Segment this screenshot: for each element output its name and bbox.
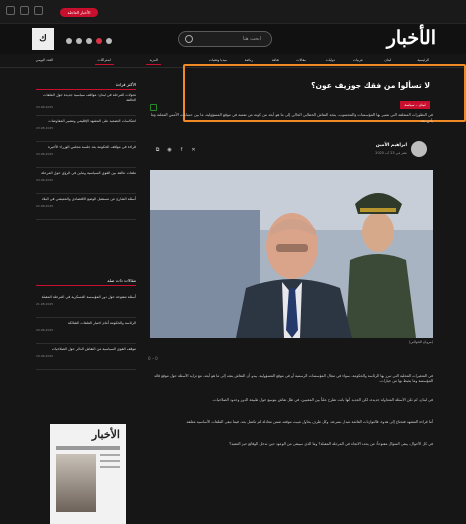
settings-icon[interactable] (34, 6, 43, 15)
site-logo-mark[interactable]: ﻙ (32, 28, 54, 50)
section-tag[interactable]: لبنان – سياسة (400, 101, 430, 109)
author-row: ابراهيم الأمين نشر في 23 آب 2025 ⧉ ◉ f ✕ (150, 139, 433, 161)
list-item-title[interactable]: أسئلة الشارع عن مستقبل الوضع الاقتصادي و… (36, 197, 136, 202)
list-item-date: 20.08.2025 (36, 328, 54, 332)
instagram-icon[interactable] (66, 38, 72, 44)
paper-brand: الأخبار (91, 428, 120, 441)
list-item-date: 23.08.2025 (36, 105, 54, 109)
list-item[interactable]: انعكاسات التصعيد على المشهد الإقليمي ومص… (36, 116, 136, 142)
list-item[interactable]: الرئاسة والحكومة أمام اختبار الملفات الش… (36, 318, 136, 344)
paper-photo (56, 454, 96, 512)
publish-date: نشر في 23 آب 2025 (375, 151, 407, 155)
article-paragraph: في كل الأحوال، يبقى السؤال مفتوحاً: من ي… (229, 442, 433, 446)
telegram-icon[interactable] (106, 38, 112, 44)
article-paragraph: في لبنان، لم تكن الأسئلة المتداولة جديدة… (212, 398, 433, 402)
paper-text-line (100, 466, 120, 468)
search-input[interactable]: ابحث هنا (178, 31, 272, 47)
list-item-date: 19.08.2025 (36, 354, 54, 358)
list-item[interactable]: أسئلة مفتوحة حول دور المؤسسة العسكرية في… (36, 292, 136, 318)
list-item-date: 22.08.2025 (36, 204, 54, 208)
article-lead: في التطورات المتعلقة التي تسير بها المؤس… (150, 112, 433, 123)
list-item-title[interactable]: انعكاسات التصعيد على المشهد الإقليمي ومص… (36, 119, 136, 124)
facebook-icon[interactable] (86, 38, 92, 44)
list-item-date: 23.08.2025 (36, 126, 54, 130)
list-item-title[interactable]: أسئلة مفتوحة حول دور المؤسسة العسكرية في… (36, 295, 136, 300)
copy-link-icon[interactable]: ⧉ (154, 147, 161, 154)
search-icon (185, 35, 193, 43)
paper-text-line (100, 460, 120, 462)
list-item-title[interactable]: الرئاسة والحكومة أمام اختبار الملفات الش… (36, 321, 136, 326)
list-item-date: 23.08.2025 (36, 178, 54, 182)
photo-caption: (مروان الحولاني) (408, 340, 433, 344)
youtube-icon[interactable] (96, 38, 102, 44)
facebook-icon[interactable] (6, 6, 15, 15)
list-item-title[interactable]: موقف القوى السياسية من النقاش الدائر حول… (36, 347, 136, 352)
article-paragraph: في المتغيرات المحلية التي تبرز بها الرئا… (154, 374, 433, 384)
sidebar-heading: مقالات ذات صلة (36, 276, 136, 286)
x-icon[interactable]: ✕ (190, 147, 197, 154)
list-item-date: 23.08.2025 (36, 152, 54, 156)
whatsapp-icon[interactable]: ◉ (166, 147, 173, 154)
avatar[interactable] (411, 141, 427, 157)
comment-counter[interactable]: 0 – 0 (148, 356, 174, 365)
list-item[interactable]: تحولات المرحلة في لبنان: مواقف سياسية جد… (36, 90, 136, 116)
list-item-date: 21.08.2025 (36, 302, 54, 306)
paper-text-line (100, 454, 120, 456)
site-header: ﻙ ابحث هنا الأخبار (0, 24, 466, 54)
nav-item-subscriptions[interactable]: اشتراكات (94, 56, 114, 65)
paper-headline-bar (56, 446, 120, 450)
twitter-icon[interactable] (20, 6, 29, 15)
sidebar-heading: الأكثر قراءة (36, 80, 136, 90)
sidebar-latest: الأكثر قراءة تحولات المرحلة في لبنان: مو… (36, 80, 136, 220)
breaking-badge[interactable]: الأخبار العاجلة (60, 8, 98, 17)
article-photo (150, 170, 433, 338)
daily-issue-thumbnail[interactable]: الأخبار (50, 424, 126, 524)
list-item-title[interactable]: تحولات المرحلة في لبنان: مواقف سياسية جد… (36, 93, 136, 103)
list-item[interactable]: موقف القوى السياسية من النقاش الدائر حول… (36, 344, 136, 370)
sidebar-related: مقالات ذات صلة أسئلة مفتوحة حول دور المؤ… (36, 276, 136, 370)
list-item-title[interactable]: ملفات عالقة بين القوى السياسية وتباين في… (36, 171, 136, 176)
author-name[interactable]: ابراهيم الأمين (376, 143, 407, 148)
twitter-icon[interactable] (76, 38, 82, 44)
site-brand[interactable]: الأخبار (387, 27, 436, 49)
nav-item-daily-issue[interactable]: العدد اليومي (33, 56, 56, 65)
article-paragraph: أما قراءة المشهد فتحتاج إلى هدوء، فالتوا… (185, 420, 433, 424)
nav-item-more[interactable]: المزيد (146, 56, 161, 65)
bookmark-icon[interactable] (150, 104, 157, 111)
list-item-title[interactable]: قراءة في مواقف الحكومة بعد جلسة مجلس الو… (36, 145, 136, 150)
list-item[interactable]: قراءة في مواقف الحكومة بعد جلسة مجلس الو… (36, 142, 136, 168)
list-item[interactable]: ملفات عالقة بين القوى السياسية وتباين في… (36, 168, 136, 194)
list-item[interactable]: أسئلة الشارع عن مستقبل الوضع الاقتصادي و… (36, 194, 136, 220)
facebook-icon[interactable]: f (178, 147, 185, 154)
search-placeholder: ابحث هنا (242, 36, 261, 42)
